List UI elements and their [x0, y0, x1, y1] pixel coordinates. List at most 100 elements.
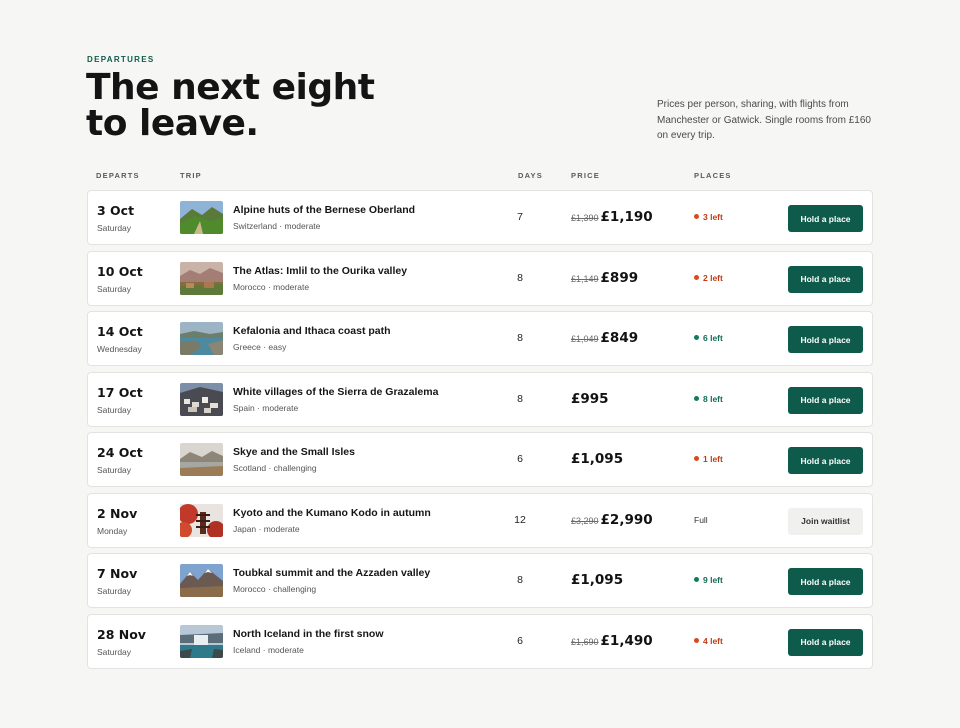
hold-place-button[interactable]: Hold a place	[788, 265, 863, 293]
departure-weekday: Saturday	[97, 404, 132, 415]
iceland-waterfall-photo	[180, 624, 223, 658]
current-price: £995	[571, 390, 609, 407]
hold-place-button[interactable]: Hold a place	[788, 628, 863, 656]
original-price: £1,049	[571, 334, 599, 344]
current-price: £1,095	[571, 451, 624, 467]
trip-days: 8	[517, 332, 523, 344]
availability-dot-icon	[694, 274, 699, 280]
departure-row: 2 Nov Monday Kyoto and the Kumano Kodo in …	[87, 492, 873, 548]
places-label: 6 left	[703, 333, 723, 343]
places-label: 9 left	[703, 575, 723, 585]
departure-weekday: Saturday	[97, 283, 132, 294]
alpine-meadow-photo	[180, 201, 223, 234]
places-label: 2 left	[703, 272, 723, 283]
places-label: Full	[694, 514, 708, 525]
white-village-photo	[180, 382, 223, 416]
departure-weekday: Saturday	[97, 223, 132, 233]
availability-dot-icon	[694, 335, 699, 340]
places-label: 3 left	[703, 212, 723, 222]
availability-dot-icon	[694, 395, 699, 401]
price-cell: £1,095	[571, 571, 623, 589]
availability-dot-icon	[694, 214, 699, 219]
trip-meta: Japan · moderate	[233, 523, 300, 534]
departure-weekday: Wednesday	[97, 344, 142, 354]
departure-date: 14 Oct	[97, 324, 143, 339]
trip-days: 8	[517, 574, 523, 586]
current-price: £1,490	[600, 632, 653, 649]
trip-meta: Morocco · moderate	[233, 281, 310, 292]
trip-title: Alpine huts of the Bernese Oberland	[233, 204, 416, 216]
original-price: £1,149	[571, 273, 599, 284]
trip-title: Kefalonia and Ithaca coast path	[233, 325, 391, 337]
departure-row: 10 Oct Saturday The Atlas: Imlil to the Ou…	[87, 250, 873, 306]
price-cell: £1,149 £899	[571, 269, 638, 287]
places-status: Full	[694, 515, 708, 525]
current-price: £2,990	[600, 511, 653, 528]
places-label: 8 left	[703, 393, 723, 404]
availability-dot-icon	[694, 456, 699, 461]
price-cell: £1,390 £1,190	[571, 208, 653, 226]
price-cell: £1,095	[571, 450, 623, 468]
hold-place-button[interactable]: Hold a place	[788, 326, 863, 353]
departure-date: 28 Nov	[97, 626, 146, 642]
trip-meta: Greece · easy	[233, 342, 287, 352]
skye-loch-photo	[180, 443, 223, 476]
kyoto-pagoda-photo	[180, 503, 223, 537]
places-status: 6 left	[694, 333, 723, 343]
departure-date: 3 Oct	[97, 203, 135, 218]
join-waitlist-button[interactable]: Join waitlist	[788, 507, 863, 535]
atlas-valley-photo	[180, 261, 223, 295]
departures-list: 3 Oct Saturday Alpine huts of the Bernese …	[87, 190, 873, 674]
availability-dot-icon	[694, 637, 699, 643]
column-header-price: PRICE	[571, 171, 600, 180]
trip-meta: Spain · moderate	[233, 402, 299, 413]
trip-title: Toubkal summit and the Azzaden valley	[233, 567, 431, 579]
departure-date: 2 Nov	[97, 505, 138, 521]
places-label: 1 left	[703, 454, 723, 464]
places-status: 3 left	[694, 212, 723, 222]
price-cell: £3,290 £2,990	[571, 511, 653, 529]
hold-place-button[interactable]: Hold a place	[788, 205, 863, 232]
trip-days: 8	[517, 271, 523, 284]
column-header-places: PLACES	[694, 171, 732, 180]
trip-title: White villages of the Sierra de Grazalem…	[233, 385, 439, 398]
trip-days: 6	[517, 634, 523, 647]
pricing-intro: Prices per person, sharing, with flights…	[657, 99, 871, 141]
trip-title: North Iceland in the first snow	[233, 627, 384, 640]
departure-date: 24 Oct	[97, 445, 143, 460]
places-label: 4 left	[703, 635, 723, 646]
section-eyebrow: DEPARTURES	[87, 55, 155, 64]
departure-row: 17 Oct Saturday White villages of the Sier…	[87, 371, 873, 427]
availability-dot-icon	[694, 577, 699, 582]
trip-meta: Switzerland · moderate	[233, 221, 321, 231]
price-cell: £1,690 £1,490	[571, 632, 653, 650]
trip-meta: Morocco · challenging	[233, 584, 317, 594]
departure-date: 10 Oct	[97, 263, 143, 279]
trip-meta: Scotland · challenging	[233, 463, 317, 473]
price-cell: £1,049 £849	[571, 329, 638, 347]
original-price: £1,390	[571, 213, 599, 223]
departure-weekday: Saturday	[97, 646, 132, 657]
trip-title: Skye and the Small Isles	[233, 446, 355, 458]
trip-days: 6	[517, 453, 523, 465]
current-price: £1,095	[571, 572, 624, 588]
places-status: 9 left	[694, 575, 723, 585]
greek-coast-photo	[180, 322, 223, 355]
hold-place-button[interactable]: Hold a place	[788, 386, 863, 414]
departure-row: 3 Oct Saturday Alpine huts of the Bernese …	[87, 190, 873, 245]
trip-days: 12	[514, 513, 526, 526]
column-header-departs: DEPARTS	[96, 171, 140, 180]
trip-meta: Iceland · moderate	[233, 644, 304, 655]
trip-title: The Atlas: Imlil to the Ourika valley	[233, 264, 408, 277]
hold-place-button[interactable]: Hold a place	[788, 568, 863, 595]
departure-date: 17 Oct	[97, 384, 143, 400]
hold-place-button[interactable]: Hold a place	[788, 447, 863, 474]
trip-days: 7	[517, 211, 523, 223]
column-header-days: DAYS	[518, 171, 543, 180]
departure-weekday: Monday	[97, 525, 128, 536]
departure-date: 7 Nov	[97, 566, 138, 581]
trip-days: 8	[517, 392, 523, 405]
original-price: £3,290	[571, 515, 599, 526]
page-title: The next eight to leave.	[86, 67, 375, 144]
places-status: 4 left	[694, 636, 723, 646]
